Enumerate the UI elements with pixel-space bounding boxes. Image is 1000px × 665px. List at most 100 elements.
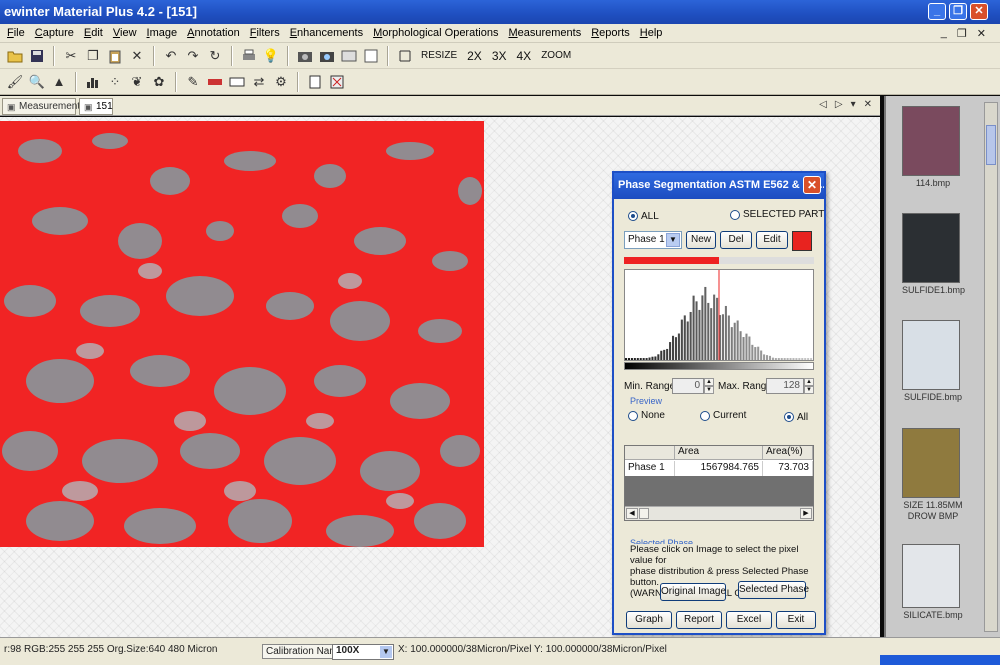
video-icon[interactable] (340, 47, 358, 65)
excel-button[interactable]: Excel (726, 611, 772, 629)
export-icon[interactable] (328, 73, 346, 91)
menu-edit[interactable]: Edit (79, 27, 108, 39)
menu-reports[interactable]: Reports (586, 27, 635, 39)
menu-measurements[interactable]: Measurements (503, 27, 586, 39)
menu-help[interactable]: Help (635, 27, 668, 39)
up-arrow-icon[interactable]: ▲ (804, 378, 814, 386)
magnify-icon[interactable]: 🔍 (28, 73, 46, 91)
delete-phase-button[interactable]: Del (720, 231, 752, 249)
print-icon[interactable] (240, 47, 258, 65)
radio-all[interactable]: ALL (628, 211, 659, 222)
down-arrow-icon[interactable]: ▼ (804, 386, 814, 394)
radio-selected-part[interactable]: SELECTED PART (730, 209, 824, 220)
window-icon[interactable] (362, 47, 380, 65)
thumbnail-scrollbar[interactable] (984, 102, 998, 632)
max-range-input[interactable]: 128 (766, 378, 804, 394)
down-arrow-icon[interactable]: ▼ (704, 386, 714, 394)
phase-select[interactable]: Phase 1 ▼ (624, 231, 682, 249)
paste-icon[interactable] (106, 47, 124, 65)
tab-151[interactable]: ▣ 151 (79, 98, 113, 115)
dialog-close-button[interactable]: ✕ (803, 176, 821, 194)
resize-button[interactable]: RESIZE (418, 50, 460, 61)
edit-phase-button[interactable]: Edit (756, 231, 788, 249)
thumbnail-item[interactable]: SIZE 11.85MM DROW BMP (902, 428, 964, 522)
close-button[interactable]: ✕ (970, 3, 988, 20)
zoom-2x-button[interactable]: 2X (464, 49, 485, 63)
graph-button[interactable]: Graph (626, 611, 672, 629)
grain-size-icon[interactable] (206, 73, 224, 91)
zoom-3x-button[interactable]: 3X (489, 49, 510, 63)
redo-icon[interactable]: ↷ (184, 47, 202, 65)
scroll-thumb[interactable] (986, 125, 996, 165)
refresh-icon[interactable]: ↻ (206, 47, 224, 65)
delete-icon[interactable]: ✕ (128, 47, 146, 65)
mdi-minimize-button[interactable]: _ (941, 27, 947, 40)
thumbnail-item[interactable]: SILICATE.bmp (902, 544, 964, 621)
tab-list-icon[interactable]: ▾ (851, 99, 856, 110)
table-cell-phase[interactable]: Phase 1 (625, 461, 675, 476)
settings-tool-icon[interactable]: ⚙ (272, 73, 290, 91)
save-icon[interactable] (28, 47, 46, 65)
tab-prev-icon[interactable]: ◁ (819, 99, 827, 110)
phase-color-swatch[interactable] (792, 231, 812, 251)
new-phase-button[interactable]: New (686, 231, 716, 249)
tab-next-icon[interactable]: ▷ (835, 99, 843, 110)
table-cell-area[interactable]: 1567984.765 (675, 461, 763, 476)
menu-capture[interactable]: Capture (30, 27, 79, 39)
mdi-restore-button[interactable]: ❐ (957, 27, 967, 40)
exit-button[interactable]: Exit (776, 611, 816, 629)
particles-icon[interactable]: ⁘ (106, 73, 124, 91)
copy-icon[interactable]: ❐ (84, 47, 102, 65)
calibration-select[interactable]: 100X ▼ (332, 644, 394, 660)
thumbnail-item[interactable]: SULFIDE.bmp (902, 320, 964, 403)
menu-annotation[interactable]: Annotation (182, 27, 245, 39)
up-arrow-icon[interactable]: ▲ (704, 378, 714, 386)
menu-view[interactable]: View (108, 27, 142, 39)
min-range-stepper[interactable]: ▲ ▼ (704, 378, 714, 394)
menu-filters[interactable]: Filters (245, 27, 285, 39)
thumbnail-item[interactable]: SULFIDE1.bmp (902, 213, 965, 296)
probe-icon[interactable]: ✎ (184, 73, 202, 91)
help-lightbulb-icon[interactable]: 💡 (262, 47, 280, 65)
zoom-button[interactable]: ZOOM (538, 50, 574, 61)
brush-icon[interactable]: 🖌 (6, 73, 24, 91)
minimize-button[interactable]: _ (928, 3, 946, 20)
scroll-left-icon[interactable]: ◀ (626, 508, 638, 519)
zoom-4x-button[interactable]: 4X (514, 49, 535, 63)
phase-range-bar[interactable] (624, 257, 814, 264)
tab-measurement1[interactable]: ▣ Measurement1 (2, 98, 86, 115)
thumbnail-item[interactable]: 114.bmp (902, 106, 964, 189)
resize-icon[interactable] (396, 47, 414, 65)
histogram-tool-icon[interactable] (84, 73, 102, 91)
calibration-icon[interactable] (228, 73, 246, 91)
report-button[interactable]: Report (676, 611, 722, 629)
mdi-close-button[interactable]: ✕ (977, 27, 986, 40)
table-cell-area-percent[interactable]: 73.703 (763, 461, 813, 476)
selected-phase-button[interactable]: Selected Phase (738, 581, 809, 599)
original-image-button[interactable]: Original Image (660, 583, 726, 601)
preview-all-radio[interactable]: All (784, 412, 808, 423)
menu-morphological-operations[interactable]: Morphological Operations (368, 27, 503, 39)
snapshot-icon[interactable] (318, 47, 336, 65)
max-range-stepper[interactable]: ▲ ▼ (804, 378, 814, 394)
table-horizontal-scrollbar[interactable]: ◀ ▶ (625, 506, 813, 520)
menu-enhancements[interactable]: Enhancements (285, 27, 368, 39)
cut-icon[interactable]: ✂ (62, 47, 80, 65)
undo-icon[interactable]: ↶ (162, 47, 180, 65)
measure-line-icon[interactable]: ⇄ (250, 73, 268, 91)
leaf-tool-icon[interactable]: ❦ (128, 73, 146, 91)
camera-capture-icon[interactable] (296, 47, 314, 65)
segmented-micrograph[interactable] (0, 121, 484, 547)
phase-tool-icon[interactable]: ✿ (150, 73, 168, 91)
menu-image[interactable]: Image (142, 27, 183, 39)
scroll-thumb[interactable] (639, 508, 649, 519)
preview-current-radio[interactable]: Current (700, 410, 746, 421)
min-range-input[interactable]: 0 (672, 378, 704, 394)
restore-button[interactable]: ❐ (949, 3, 967, 20)
report-icon[interactable] (306, 73, 324, 91)
open-folder-icon[interactable] (6, 47, 24, 65)
preview-none-radio[interactable]: None (628, 410, 665, 421)
tab-close-icon[interactable]: ✕ (864, 99, 872, 110)
triangle-tool-icon[interactable]: ▲ (50, 73, 68, 91)
menu-file[interactable]: File (2, 27, 30, 39)
